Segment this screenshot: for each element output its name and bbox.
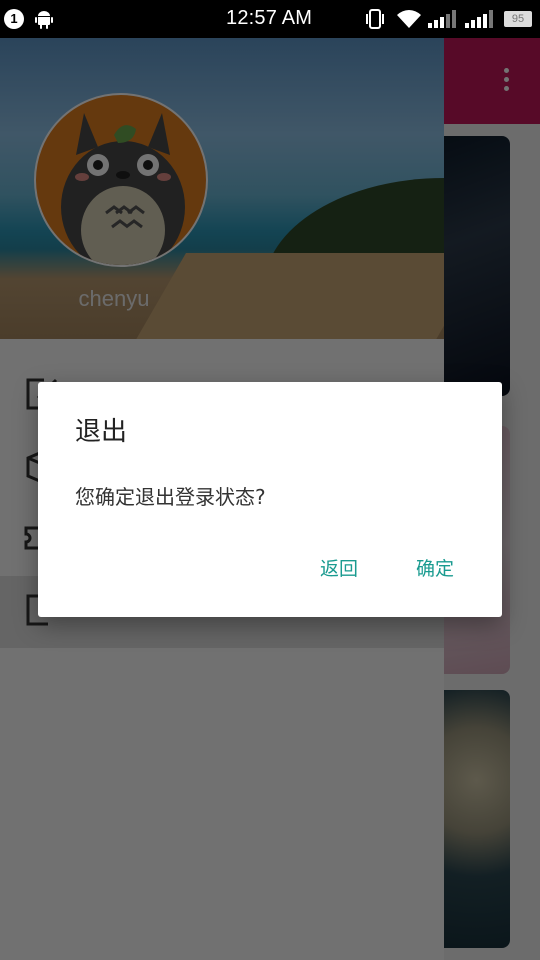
back-button[interactable]: 返回	[320, 554, 358, 581]
android-icon	[35, 11, 53, 29]
status-time: 12:57 AM	[226, 7, 313, 29]
signal-icon	[465, 10, 493, 28]
battery-indicator: 95	[504, 11, 532, 27]
vibrate-icon	[366, 9, 384, 29]
notification-badge: 1	[4, 9, 24, 29]
confirm-button[interactable]: 确定	[416, 554, 454, 581]
logout-dialog: 退出 您确定退出登录状态? 返回 确定	[38, 382, 502, 617]
signal-icon	[428, 10, 456, 28]
dialog-title: 退出	[75, 417, 128, 447]
wifi-icon	[397, 10, 421, 28]
status-bar: 1 12:57 AM 95	[0, 0, 540, 38]
dialog-message: 您确定退出登录状态?	[75, 485, 266, 509]
